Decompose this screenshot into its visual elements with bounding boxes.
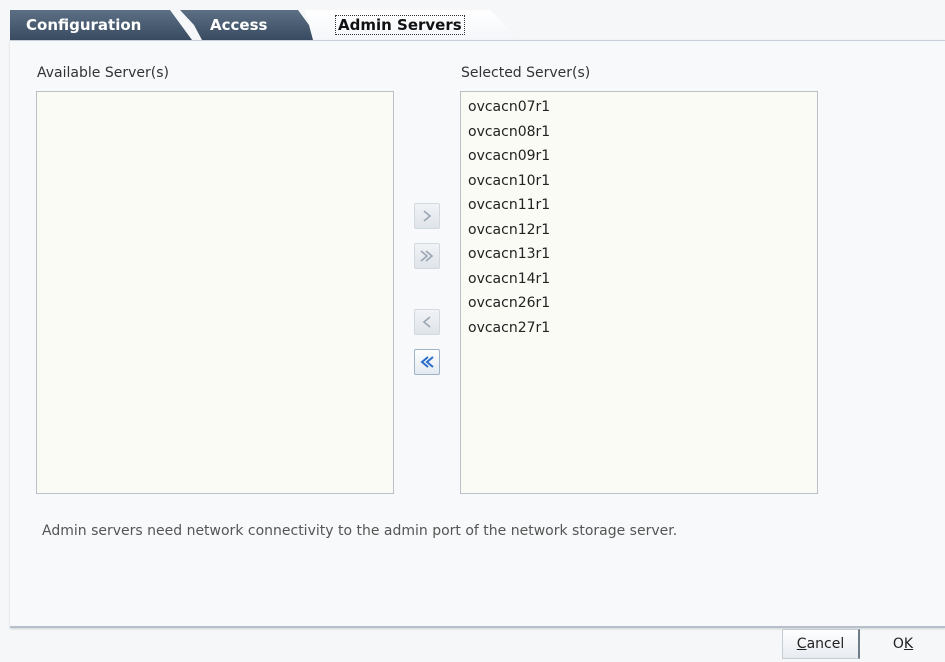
server-list-item[interactable]: ovcacn27r1 <box>461 316 817 341</box>
tab-admin-servers-label: Admin Servers <box>335 15 465 35</box>
double-chevron-right-icon <box>420 250 434 262</box>
server-list-item[interactable]: ovcacn09r1 <box>461 144 817 169</box>
move-button[interactable] <box>414 203 440 229</box>
server-list-item[interactable]: ovcacn13r1 <box>461 242 817 267</box>
selected-servers-list[interactable]: ovcacn07r1 ovcacn08r1 ovcacn09r1 ovcacn10r1… <box>460 91 818 494</box>
server-list-item[interactable]: ovcacn14r1 <box>461 267 817 292</box>
tab-access[interactable]: Access <box>180 10 320 40</box>
dialog: Configuration Access Admin Servers Avail… <box>0 0 945 662</box>
remove-button[interactable] <box>414 309 440 335</box>
ok-label: OK <box>892 636 914 652</box>
admin-servers-panel: Available Server(s) Selected Server(s) o… <box>10 40 945 628</box>
chevron-right-icon <box>423 210 432 222</box>
tab-access-label: Access <box>210 16 268 34</box>
server-list-item[interactable]: ovcacn12r1 <box>461 218 817 243</box>
admin-servers-note: Admin servers need network connectivity … <box>42 523 678 539</box>
remove-all-button[interactable] <box>414 349 440 375</box>
server-list-item[interactable]: ovcacn08r1 <box>461 120 817 145</box>
server-list-item[interactable]: ovcacn07r1 <box>461 95 817 120</box>
tab-configuration[interactable]: Configuration <box>10 10 192 40</box>
move-all-button[interactable] <box>414 243 440 269</box>
server-list-item[interactable]: ovcacn10r1 <box>461 169 817 194</box>
cancel-label: Cancel <box>796 636 845 652</box>
server-list-item[interactable]: ovcacn26r1 <box>461 291 817 316</box>
double-chevron-left-icon <box>420 356 434 368</box>
ok-button[interactable]: OK <box>870 629 936 659</box>
available-servers-label: Available Server(s) <box>37 65 169 81</box>
cancel-button[interactable]: Cancel <box>782 629 860 659</box>
tab-admin-servers[interactable]: Admin Servers <box>305 10 520 40</box>
available-servers-list[interactable] <box>36 91 394 494</box>
server-list-item[interactable]: ovcacn11r1 <box>461 193 817 218</box>
chevron-left-icon <box>422 316 431 328</box>
tab-bar: Configuration Access Admin Servers <box>10 10 945 40</box>
tab-configuration-label: Configuration <box>26 16 142 34</box>
selected-servers-label: Selected Server(s) <box>461 65 591 81</box>
